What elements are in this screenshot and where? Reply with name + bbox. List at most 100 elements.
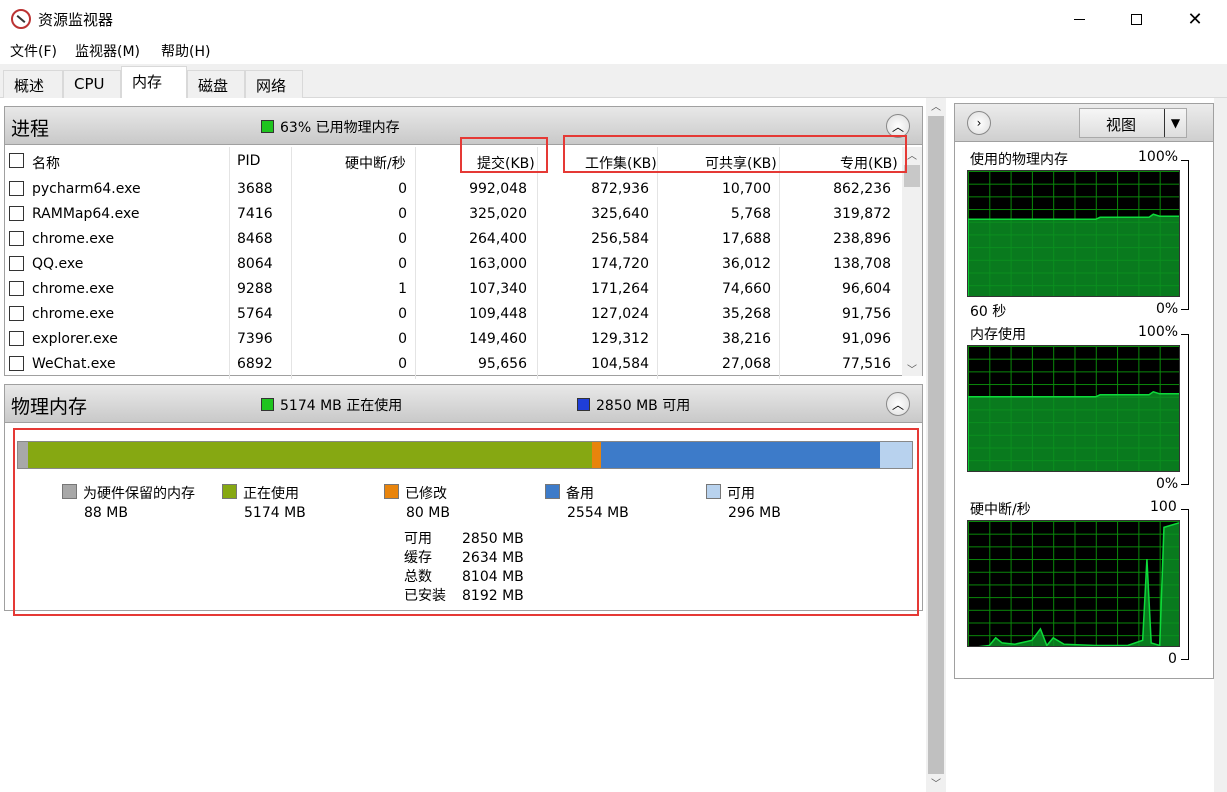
graph-time-span: 60 秒 — [970, 304, 1007, 320]
maximize-button[interactable] — [1113, 0, 1159, 38]
select-all-checkbox[interactable] — [9, 153, 24, 168]
graph-area — [968, 390, 1179, 471]
process-shareable: 17,688 — [722, 231, 771, 247]
memory-usage-summary: 63% 已用物理内存 — [261, 117, 400, 137]
graph-tick — [1181, 484, 1189, 485]
highlight-memory-columns — [563, 135, 907, 173]
title-bar: 资源监视器 ✕ — [0, 0, 1227, 38]
table-row[interactable]: pycharm64.exe 3688 0 992,048 872,936 10,700 86… — [5, 177, 903, 202]
tab-bar: 概述 CPU 内存 磁盘 网络 — [0, 64, 1227, 99]
process-name: RAMMap64.exe — [32, 206, 140, 222]
highlight-commit-column — [460, 137, 548, 173]
row-checkbox[interactable] — [9, 206, 24, 221]
collapse-memory-button[interactable]: ︿ — [886, 392, 910, 416]
tab-cpu[interactable]: CPU — [63, 70, 121, 98]
process-shareable: 35,268 — [722, 306, 771, 322]
side-scrollbar[interactable] — [1214, 98, 1227, 792]
available-summary: 2850 MB 可用 — [577, 395, 690, 415]
tab-overview[interactable]: 概述 — [3, 70, 63, 98]
process-hard-faults: 1 — [398, 281, 407, 297]
process-private: 96,604 — [842, 281, 891, 297]
graph-tick — [1181, 309, 1189, 310]
process-commit: 163,000 — [469, 256, 527, 272]
process-working-set: 104,584 — [591, 356, 649, 372]
process-name: chrome.exe — [32, 306, 115, 322]
graph-physical-min: 0% — [1156, 301, 1179, 317]
scroll-up-icon[interactable]: ︿ — [926, 98, 946, 113]
processes-panel: 进程 63% 已用物理内存 ︿ 名称 PID 硬中断/秒 提交(KB) 工作集(… — [4, 106, 923, 379]
table-row[interactable]: explorer.exe 7396 0 149,460 129,312 38,216 91,… — [5, 327, 903, 352]
scroll-down-icon[interactable]: ﹀ — [902, 361, 922, 376]
physical-memory-title: 物理内存 — [11, 396, 88, 418]
tab-disk[interactable]: 磁盘 — [187, 70, 245, 98]
row-checkbox[interactable] — [9, 331, 24, 346]
process-pid: 8468 — [237, 231, 273, 247]
physical-memory-header[interactable]: 物理内存 5174 MB 正在使用 2850 MB 可用 ︿ — [5, 385, 922, 423]
physical-memory-panel: 物理内存 5174 MB 正在使用 2850 MB 可用 ︿ 为硬件保留的内存 8… — [4, 384, 923, 616]
view-button[interactable]: 视图 ▼ — [1079, 108, 1187, 138]
process-private: 138,708 — [833, 256, 891, 272]
table-row[interactable]: WeChat.exe 6892 0 95,656 104,584 27,068 77,516 — [5, 352, 903, 377]
row-checkbox[interactable] — [9, 306, 24, 321]
graph-faults-min: 0 — [1168, 651, 1177, 667]
row-checkbox[interactable] — [9, 231, 24, 246]
process-pid: 3688 — [237, 181, 273, 197]
resource-monitor-icon — [11, 9, 31, 29]
process-working-set: 174,720 — [591, 256, 649, 272]
graph-usage-max: 100% — [1138, 324, 1179, 340]
table-row[interactable]: chrome.exe 8468 0 264,400 256,584 17,688 238,8… — [5, 227, 903, 252]
process-hard-faults: 0 — [398, 306, 407, 322]
process-pid: 5764 — [237, 306, 273, 322]
process-shareable: 10,700 — [722, 181, 771, 197]
dropdown-arrow-icon[interactable]: ▼ — [1164, 109, 1186, 137]
process-commit: 325,020 — [469, 206, 527, 222]
row-checkbox[interactable] — [9, 256, 24, 271]
main-scrollbar[interactable]: ︿ ﹀ — [926, 98, 946, 792]
process-name: QQ.exe — [32, 256, 84, 272]
row-checkbox[interactable] — [9, 281, 24, 296]
process-scrollbar[interactable]: ︿ ﹀ — [902, 147, 922, 376]
scroll-down-icon[interactable]: ﹀ — [926, 775, 946, 790]
process-name: chrome.exe — [32, 231, 115, 247]
menu-monitor[interactable]: 监视器(M) — [75, 41, 140, 61]
in-use-summary: 5174 MB 正在使用 — [261, 395, 402, 415]
side-panel-header: › 视图 ▼ — [955, 104, 1213, 142]
process-private: 91,096 — [842, 331, 891, 347]
process-shareable: 38,216 — [722, 331, 771, 347]
graph-plot — [978, 522, 1179, 646]
process-hard-faults: 0 — [398, 256, 407, 272]
menu-file[interactable]: 文件(F) — [10, 41, 57, 61]
graph-physical-max: 100% — [1138, 149, 1179, 165]
process-pid: 7396 — [237, 331, 273, 347]
process-working-set: 256,584 — [591, 231, 649, 247]
menu-help[interactable]: 帮助(H) — [161, 41, 210, 61]
close-button[interactable]: ✕ — [1172, 0, 1218, 38]
row-checkbox[interactable] — [9, 356, 24, 371]
process-hard-faults: 0 — [398, 331, 407, 347]
table-row[interactable]: QQ.exe 8064 0 163,000 174,720 36,012 138,708 — [5, 252, 903, 277]
graph-faults-max: 100 — [1150, 499, 1177, 515]
tab-memory[interactable]: 内存 — [121, 66, 187, 99]
memory-usage-icon — [261, 120, 274, 133]
table-row[interactable]: chrome.exe 9288 1 107,340 171,264 74,660 96,60… — [5, 277, 903, 302]
scrollbar-thumb[interactable] — [928, 116, 944, 774]
physical-memory-graph — [967, 170, 1180, 297]
graph-tick — [1181, 160, 1189, 161]
expand-side-icon[interactable]: › — [967, 111, 991, 135]
tab-network[interactable]: 网络 — [245, 70, 303, 98]
process-private: 91,756 — [842, 306, 891, 322]
graph-plot — [968, 390, 1179, 471]
process-hard-faults: 0 — [398, 356, 407, 372]
table-row[interactable]: RAMMap64.exe 7416 0 325,020 325,640 5,768 319,… — [5, 202, 903, 227]
graph-axis — [1188, 334, 1189, 484]
process-working-set: 872,936 — [591, 181, 649, 197]
table-row[interactable]: chrome.exe 5764 0 109,448 127,024 35,268 91,75… — [5, 302, 903, 327]
process-working-set: 325,640 — [591, 206, 649, 222]
graph-tick — [1181, 509, 1189, 510]
graph-faults-title: 硬中断/秒 — [970, 502, 1031, 518]
minimize-button[interactable] — [1056, 0, 1102, 38]
processes-title: 进程 — [11, 118, 50, 140]
process-private: 319,872 — [833, 206, 891, 222]
graph-area — [978, 522, 1179, 646]
row-checkbox[interactable] — [9, 181, 24, 196]
